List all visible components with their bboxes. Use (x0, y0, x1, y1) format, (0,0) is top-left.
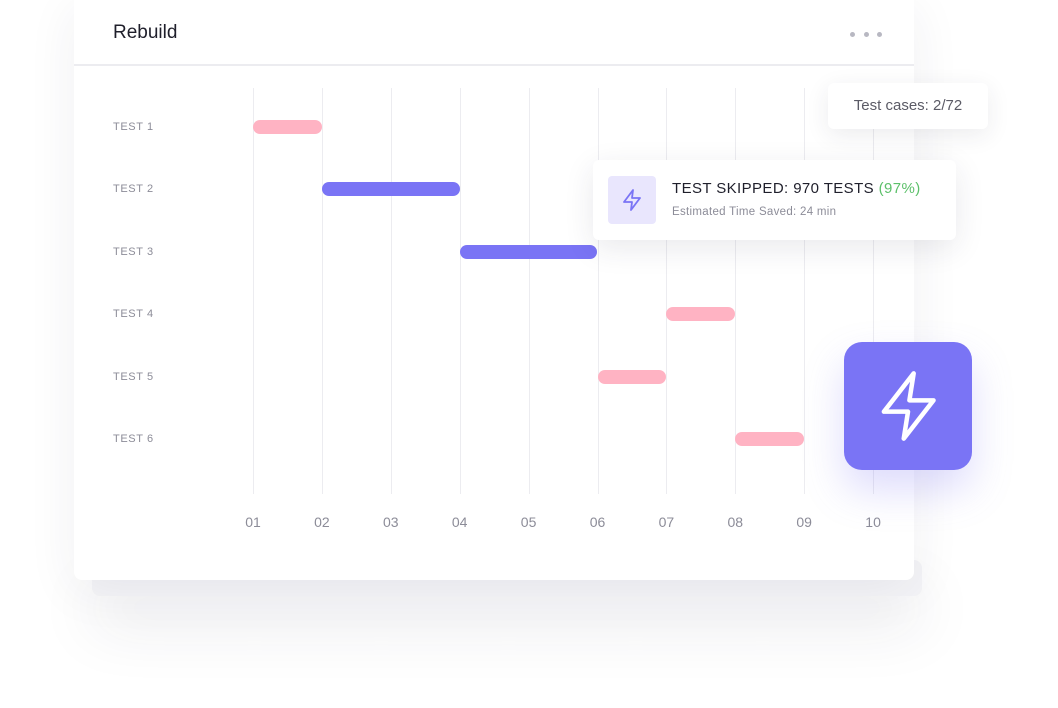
notice-title-text: TEST SKIPPED: 970 TESTS (672, 180, 875, 197)
notice-title: TEST SKIPPED: 970 TESTS (97%) (672, 180, 921, 197)
more-options-icon[interactable] (850, 24, 882, 44)
gantt-bar (253, 120, 322, 134)
x-tick-label: 07 (658, 514, 675, 530)
row-label: TEST 1 (113, 121, 154, 133)
x-tick-label: 03 (383, 514, 399, 530)
gantt-bar (666, 307, 736, 322)
gantt-bar (735, 432, 805, 446)
row-label: TEST 4 (113, 308, 154, 321)
dot (863, 31, 869, 37)
gridline (804, 88, 806, 494)
lightning-icon (881, 371, 936, 441)
x-tick-label: 06 (589, 514, 606, 530)
skipped-tests-notice: TEST SKIPPED: 970 TESTS (97%) Estimated … (593, 160, 956, 240)
gantt-bar (459, 244, 598, 259)
x-tick-label: 10 (865, 514, 881, 530)
x-tick-label: 04 (451, 514, 468, 530)
gridline (528, 88, 530, 494)
row-label: TEST 3 (113, 245, 154, 258)
dot (850, 31, 855, 37)
gantt-bar (597, 369, 667, 384)
x-tick-label: 09 (796, 514, 812, 530)
x-tick-label: 01 (245, 514, 261, 530)
lightning-action-button[interactable] (844, 342, 972, 470)
x-tick-label: 02 (314, 514, 330, 530)
gantt-bar (321, 182, 460, 197)
rebuild-card: Rebuild (74, 0, 914, 580)
gridline (321, 88, 323, 494)
gridline (253, 88, 254, 494)
gridline (597, 88, 599, 494)
card-header: Rebuild (74, 0, 914, 66)
gridline (459, 88, 461, 494)
card-title: Rebuild (113, 22, 178, 43)
row-label: TEST 5 (113, 370, 154, 383)
dot (877, 31, 882, 37)
notice-percent: (97%) (878, 180, 921, 197)
x-tick-label: 08 (727, 514, 744, 530)
row-label: TEST 6 (113, 433, 154, 445)
x-tick-label: 05 (520, 514, 537, 530)
row-label: TEST 2 (113, 183, 154, 196)
gridline (666, 88, 668, 494)
notice-subtitle: Estimated Time Saved: 24 min (672, 206, 837, 218)
lightning-icon (608, 176, 656, 224)
gridline (390, 88, 392, 494)
test-cases-badge: Test cases: 2/72 (828, 83, 988, 129)
